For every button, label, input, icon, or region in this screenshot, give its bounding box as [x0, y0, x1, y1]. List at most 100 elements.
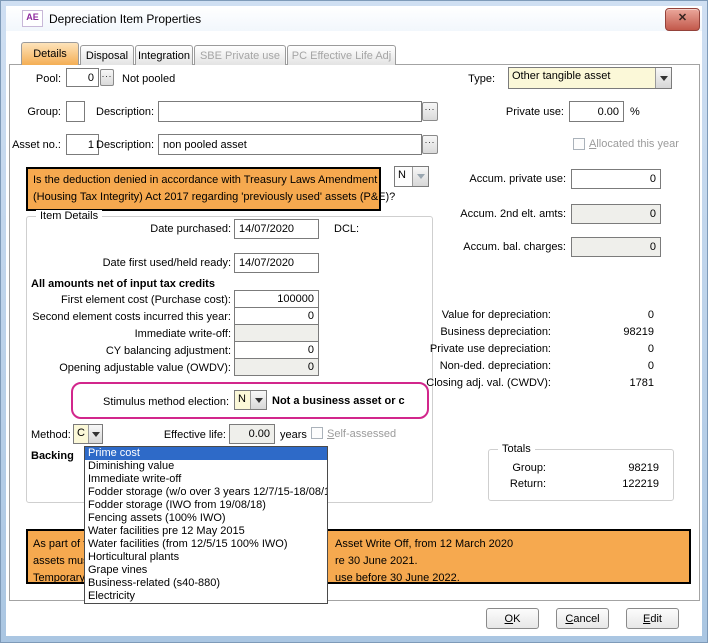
date-purchased-label: Date purchased: — [31, 223, 231, 235]
self-assessed-label: Self-assessed — [327, 428, 396, 440]
housing-integrity-question-box: Is the deduction denied in accordance wi… — [26, 167, 381, 211]
method-option-water-facilities-pre[interactable]: Water facilities pre 12 May 2015 — [85, 525, 327, 538]
totals-group: Totals — [488, 449, 674, 501]
totals-group-label: Group: — [496, 462, 546, 474]
group-description-browse-button[interactable]: ... — [422, 102, 438, 121]
window-title: Depreciation Item Properties — [49, 12, 201, 26]
close-icon[interactable]: ✕ — [665, 8, 700, 31]
second-element-costs-label: Second element costs incurred this year: — [31, 311, 231, 323]
value-for-depreciation-label: Value for depreciation: — [421, 309, 551, 321]
private-use-label: Private use: — [491, 106, 564, 118]
date-purchased-input[interactable]: 14/07/2020 — [234, 219, 319, 239]
pool-status-text: Not pooled — [122, 73, 175, 85]
edit-button[interactable]: Edit — [626, 608, 679, 629]
cy-balancing-adjustment-label: CY balancing adjustment: — [31, 345, 231, 357]
tab-disposal[interactable]: Disposal — [80, 45, 134, 65]
stimulus-method-value: N — [235, 391, 250, 409]
group-description-input[interactable] — [158, 101, 422, 122]
asset-description-browse-button[interactable]: ... — [422, 135, 438, 154]
self-assessed-checkbox — [311, 427, 323, 439]
method-option-fodder-storage-iwo[interactable]: Fodder storage (IWO from 19/08/18) — [85, 499, 327, 512]
opening-adjustable-value-input: 0 — [234, 358, 319, 376]
private-use-input[interactable]: 0.00 — [569, 101, 624, 122]
method-combobox[interactable]: C — [73, 424, 103, 444]
method-option-business-related[interactable]: Business-related (s40-880) — [85, 577, 327, 590]
effective-life-label: Effective life: — [126, 429, 226, 441]
business-depreciation-label: Business depreciation: — [421, 326, 551, 338]
business-depreciation-value: 98219 — [561, 326, 654, 338]
immediate-write-off-label: Immediate write-off: — [31, 328, 231, 340]
tab-pc-effective-life-adj: PC Effective Life Adj — [287, 45, 396, 65]
value-for-depreciation-value: 0 — [561, 309, 654, 321]
method-option-grape-vines[interactable]: Grape vines — [85, 564, 327, 577]
pool-browse-button[interactable]: ... — [100, 69, 114, 86]
allocated-this-year-label: Allocated this year — [589, 138, 679, 150]
cancel-button[interactable]: Cancel — [556, 608, 609, 629]
housing-answer-combobox: N — [394, 166, 429, 187]
method-option-immediate-write-off[interactable]: Immediate write-off — [85, 473, 327, 486]
second-element-costs-input[interactable]: 0 — [234, 307, 319, 325]
accum-private-use-label: Accum. private use: — [431, 173, 566, 185]
asset-description-input[interactable]: non pooled asset — [158, 134, 422, 155]
type-label: Type: — [431, 73, 495, 85]
totals-return-label: Return: — [496, 478, 546, 490]
tab-integration[interactable]: Integration — [135, 45, 193, 65]
stimulus-method-note: Not a business asset or c — [272, 395, 428, 407]
net-of-gst-note: All amounts net of input tax credits — [31, 278, 215, 290]
asset-no-label: Asset no.: — [11, 139, 61, 151]
effective-life-input: 0.00 — [229, 424, 275, 444]
group-label: Group: — [11, 106, 61, 118]
method-option-fencing-assets[interactable]: Fencing assets (100% IWO) — [85, 512, 327, 525]
method-option-electricity[interactable]: Electricity — [85, 590, 327, 603]
backing-note-fragment: Backing — [31, 450, 74, 462]
group-input[interactable] — [66, 101, 85, 122]
housing-question-line2: (Housing Tax Integrity) Act 2017 regardi… — [33, 189, 374, 206]
years-label: years — [280, 429, 307, 441]
dcl-label: DCL: — [334, 223, 359, 235]
pool-input[interactable]: 0 — [66, 68, 99, 87]
group-description-label: Description: — [96, 106, 153, 118]
accum-private-use-input[interactable]: 0 — [571, 169, 661, 189]
method-label: Method: — [31, 429, 71, 441]
type-combobox[interactable]: Other tangible asset — [508, 67, 672, 89]
method-option-horticultural-plants[interactable]: Horticultural plants — [85, 551, 327, 564]
private-use-depreciation-value: 0 — [561, 343, 654, 355]
titlebar: AE Depreciation Item Properties — [6, 6, 702, 31]
chevron-down-icon — [655, 68, 671, 88]
accum-2nd-elt-label: Accum. 2nd elt. amts: — [431, 208, 566, 220]
accum-bal-charges-label: Accum. bal. charges: — [431, 241, 566, 253]
method-value: C — [74, 425, 88, 443]
accum-bal-charges-input: 0 — [571, 237, 661, 257]
chevron-down-icon — [250, 391, 266, 409]
asset-no-input[interactable]: 1 — [66, 134, 99, 155]
stimulus-method-combobox[interactable]: N — [234, 390, 267, 410]
notice-right-line3: use before 30 June 2022. — [335, 572, 460, 584]
method-option-diminishing-value[interactable]: Diminishing value — [85, 460, 327, 473]
method-option-prime-cost[interactable]: Prime cost — [85, 447, 327, 460]
non-ded-depreciation-label: Non-ded. depreciation: — [421, 360, 551, 372]
totals-return-value: 122219 — [561, 478, 659, 490]
housing-question-line1: Is the deduction denied in accordance wi… — [33, 172, 374, 189]
ok-button[interactable]: OK — [486, 608, 539, 629]
method-option-water-facilities-from[interactable]: Water facilities (from 12/5/15 100% IWO) — [85, 538, 327, 551]
allocated-this-year-checkbox — [573, 138, 585, 150]
stimulus-method-label: Stimulus method election: — [81, 396, 229, 408]
pool-label: Pool: — [11, 73, 61, 85]
date-first-used-input[interactable]: 14/07/2020 — [234, 253, 319, 273]
type-value: Other tangible asset — [509, 68, 655, 88]
percent-label: % — [630, 106, 640, 118]
tab-details[interactable]: Details — [21, 42, 79, 65]
private-use-depreciation-label: Private use depreciation: — [421, 343, 551, 355]
chevron-down-icon — [412, 167, 428, 186]
closing-adjustable-value-value: 1781 — [561, 377, 654, 389]
first-element-cost-input[interactable]: 100000 — [234, 290, 319, 308]
notice-left-line3: Temporary — [33, 572, 85, 584]
method-option-fodder-storage-wo[interactable]: Fodder storage (w/o over 3 years 12/7/15… — [85, 486, 327, 499]
totals-group-value: 98219 — [561, 462, 659, 474]
notice-right-line2: re 30 June 2021. — [335, 555, 418, 567]
dialog-window: AE Depreciation Item Properties ✕ Detail… — [0, 0, 708, 643]
method-dropdown-list: Prime cost Diminishing value Immediate w… — [84, 446, 328, 604]
app-logo-icon: AE — [22, 10, 43, 27]
cy-balancing-adjustment-input[interactable]: 0 — [234, 341, 319, 359]
accum-2nd-elt-input: 0 — [571, 204, 661, 224]
